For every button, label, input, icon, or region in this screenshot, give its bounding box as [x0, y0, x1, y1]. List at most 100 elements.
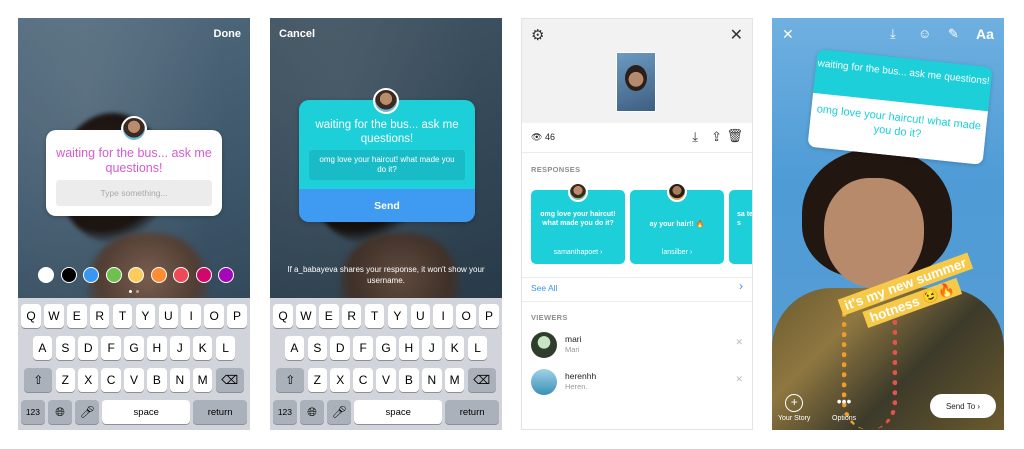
key-q[interactable]: Q — [21, 304, 41, 328]
key-o[interactable]: O — [456, 304, 476, 328]
pen-icon[interactable]: ✎ — [948, 26, 959, 42]
return-key[interactable]: return — [445, 400, 499, 424]
backspace-icon[interactable]: ⌫ — [215, 368, 244, 392]
space-key[interactable]: space — [354, 400, 442, 424]
view-count[interactable]: 👁︎ 46 — [531, 132, 555, 143]
options-button[interactable]: ••• Options — [832, 394, 856, 423]
key-c[interactable]: C — [101, 368, 121, 392]
key-i[interactable]: I — [181, 304, 202, 328]
question-sticker[interactable]: waiting for the bus... ask me questions!… — [46, 116, 222, 216]
key-o[interactable]: O — [204, 304, 224, 328]
text-tool[interactable]: Aa — [976, 26, 994, 42]
key-n[interactable]: N — [421, 368, 442, 392]
globe-icon[interactable]: 🌐︎ — [48, 400, 73, 424]
key-h[interactable]: H — [147, 336, 167, 360]
numbers-key[interactable]: 123 — [273, 400, 297, 424]
gear-icon[interactable]: ⚙ — [531, 26, 544, 44]
key-t[interactable]: T — [112, 304, 133, 328]
response-card[interactable]: ay your hair!! 🔥 lansilber › — [630, 182, 724, 264]
key-i[interactable]: I — [433, 304, 454, 328]
numbers-key[interactable]: 123 — [21, 400, 45, 424]
key-b[interactable]: B — [147, 368, 167, 392]
key-l[interactable]: L — [215, 336, 236, 360]
response-card[interactable]: sa te s — [729, 190, 752, 264]
trash-icon[interactable]: 🗑︎ — [726, 128, 743, 144]
globe-icon[interactable]: 🌐︎ — [300, 400, 325, 424]
color-swatch[interactable] — [83, 267, 99, 283]
key-p[interactable]: P — [227, 304, 247, 328]
close-icon[interactable]: ✕ — [730, 25, 743, 45]
key-r[interactable]: R — [341, 304, 362, 328]
key-g[interactable]: G — [124, 336, 144, 360]
key-n[interactable]: N — [169, 368, 190, 392]
your-story-button[interactable]: + Your Story — [778, 394, 810, 422]
key-f[interactable]: F — [101, 336, 121, 360]
key-m[interactable]: M — [444, 368, 465, 392]
send-button[interactable]: Send — [299, 189, 475, 222]
key-v[interactable]: V — [376, 368, 396, 392]
download-icon[interactable]: ⤓ — [692, 129, 698, 145]
key-b[interactable]: B — [399, 368, 419, 392]
key-t[interactable]: T — [364, 304, 385, 328]
share-icon[interactable]: ⇪ — [711, 129, 722, 145]
key-s[interactable]: S — [307, 336, 328, 360]
color-swatch[interactable] — [128, 267, 144, 283]
color-swatch[interactable] — [38, 267, 54, 283]
key-x[interactable]: X — [330, 368, 351, 392]
key-k[interactable]: K — [444, 336, 465, 360]
key-a[interactable]: A — [284, 336, 305, 360]
remove-icon[interactable]: ✕ — [735, 374, 743, 385]
key-w[interactable]: W — [296, 304, 316, 328]
key-r[interactable]: R — [89, 304, 110, 328]
space-key[interactable]: space — [102, 400, 190, 424]
microphone-icon[interactable]: 🎤︎ — [327, 400, 352, 424]
key-s[interactable]: S — [55, 336, 76, 360]
shift-icon[interactable]: ⇧ — [24, 368, 53, 392]
story-thumbnail[interactable] — [616, 52, 656, 112]
key-d[interactable]: D — [330, 336, 351, 360]
key-u[interactable]: U — [158, 304, 179, 328]
download-icon[interactable]: ⤓ — [890, 26, 896, 42]
see-all-link[interactable]: See All — [531, 283, 557, 293]
viewer-row[interactable]: herenhh Heren. ✕ — [531, 369, 743, 399]
key-k[interactable]: K — [192, 336, 213, 360]
color-swatch[interactable] — [195, 267, 212, 283]
close-icon[interactable]: ✕ — [782, 26, 794, 43]
return-key[interactable]: return — [193, 400, 247, 424]
key-z[interactable]: Z — [307, 368, 328, 392]
question-text[interactable]: waiting for the bus... ask me questions! — [46, 146, 222, 176]
color-swatch[interactable] — [218, 267, 234, 283]
key-e[interactable]: E — [318, 304, 339, 328]
send-to-button[interactable]: Send To › — [930, 394, 996, 418]
key-a[interactable]: A — [32, 336, 53, 360]
shift-icon[interactable]: ⇧ — [276, 368, 305, 392]
key-q[interactable]: Q — [273, 304, 293, 328]
key-f[interactable]: F — [353, 336, 373, 360]
chevron-right-icon[interactable]: › — [739, 279, 743, 293]
backspace-icon[interactable]: ⌫ — [467, 368, 496, 392]
answer-field[interactable]: omg love your haircut! what made you do … — [309, 150, 465, 180]
key-y[interactable]: Y — [135, 304, 156, 328]
key-m[interactable]: M — [192, 368, 213, 392]
viewer-row[interactable]: mari Mari ✕ — [531, 332, 743, 362]
key-h[interactable]: H — [399, 336, 419, 360]
key-y[interactable]: Y — [387, 304, 408, 328]
key-d[interactable]: D — [78, 336, 99, 360]
response-card[interactable]: omg love your haircut! what made you do … — [531, 182, 625, 264]
microphone-icon[interactable]: 🎤︎ — [75, 400, 100, 424]
remove-icon[interactable]: ✕ — [735, 337, 743, 348]
key-v[interactable]: V — [124, 368, 144, 392]
sticker-icon[interactable]: ☺ — [918, 26, 931, 41]
key-l[interactable]: L — [467, 336, 488, 360]
key-w[interactable]: W — [44, 304, 64, 328]
key-u[interactable]: U — [410, 304, 431, 328]
key-p[interactable]: P — [479, 304, 499, 328]
color-swatch[interactable] — [60, 267, 77, 283]
cancel-button[interactable]: Cancel — [279, 28, 315, 40]
key-x[interactable]: X — [78, 368, 99, 392]
color-swatch[interactable] — [173, 267, 189, 283]
done-button[interactable]: Done — [214, 28, 242, 40]
key-g[interactable]: G — [376, 336, 396, 360]
question-sticker[interactable]: waiting for the bus... ask me questions!… — [807, 49, 993, 165]
key-z[interactable]: Z — [55, 368, 76, 392]
